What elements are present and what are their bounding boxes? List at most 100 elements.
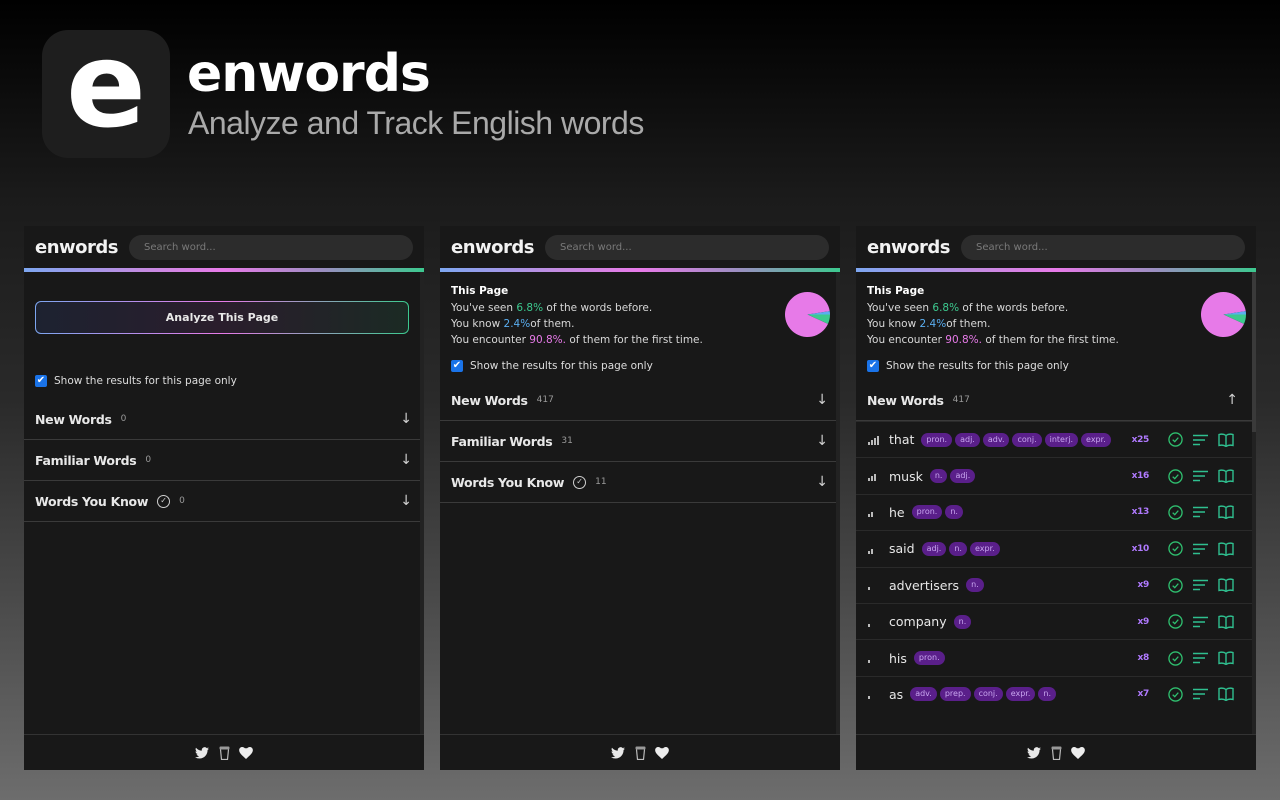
context-lines-icon[interactable] [1192,431,1209,448]
stats-pie-chart [1201,292,1246,337]
arrow-down-icon[interactable]: ↓ [816,474,828,490]
arrow-down-icon[interactable]: ↓ [816,433,828,449]
word-row[interactable]: he pron. n. x13 [856,493,1256,530]
word-row[interactable]: musk n. adj. x16 [856,457,1256,493]
word-text[interactable]: musk [889,469,923,484]
section-count: 417 [952,395,970,405]
page-only-checkbox-row[interactable]: ✔ Show the results for this page only [440,360,840,372]
twitter-icon[interactable] [195,746,209,760]
page-only-checkbox-row[interactable]: ✔ Show the results for this page only [24,375,424,387]
arrow-up-icon[interactable]: ↑ [1226,392,1238,408]
word-row[interactable]: advertisers n. x9 [856,566,1256,603]
dictionary-book-icon[interactable] [1217,650,1234,667]
mark-known-icon[interactable] [1167,686,1184,703]
search-input[interactable] [129,234,413,260]
section-words-you-know[interactable]: Words You Know ✓ 11 ↓ [440,462,840,503]
page-only-checkbox-row[interactable]: ✔ Show the results for this page only [856,360,1256,372]
word-row[interactable]: company n. x9 [856,602,1256,639]
heart-icon[interactable] [239,746,253,760]
heart-icon[interactable] [655,746,669,760]
section-familiar-words[interactable]: Familiar Words 31 ↓ [440,421,840,462]
section-count: 417 [536,395,554,405]
page-only-checkbox[interactable]: ✔ [35,375,47,387]
dictionary-book-icon[interactable] [1217,504,1234,521]
word-text[interactable]: advertisers [889,578,959,593]
arrow-down-icon[interactable]: ↓ [400,493,412,509]
word-row[interactable]: as adv. prep. conj. expr. n. x7 [856,675,1256,712]
pos-tag: adj. [955,432,980,447]
context-lines-icon[interactable] [1192,650,1209,667]
context-lines-icon[interactable] [1192,577,1209,594]
context-lines-icon[interactable] [1192,613,1209,630]
pos-tag: n. [945,505,963,520]
mark-known-icon[interactable] [1167,577,1184,594]
coffee-cup-icon[interactable] [217,746,231,760]
section-new-words[interactable]: New Words 417 ↓ [440,380,840,421]
twitter-icon[interactable] [611,746,625,760]
word-row[interactable]: said adj. n. expr. x10 [856,530,1256,566]
popup-panel-analyzed: enwords This Page You've seen 6.8% of th… [440,226,840,770]
panel-header: enwords [440,226,840,268]
panel-footer [440,734,840,770]
occurrence-count: x9 [1137,616,1150,627]
dictionary-book-icon[interactable] [1217,468,1234,485]
dictionary-book-icon[interactable] [1217,686,1234,703]
dictionary-book-icon[interactable] [1217,540,1234,557]
coffee-cup-icon[interactable] [633,746,647,760]
context-lines-icon[interactable] [1192,468,1209,485]
mark-known-icon[interactable] [1167,540,1184,557]
section-title: New Words [867,392,944,408]
mark-known-icon[interactable] [1167,650,1184,667]
dictionary-book-icon[interactable] [1217,613,1234,630]
mark-known-icon[interactable] [1167,613,1184,630]
page-only-checkbox[interactable]: ✔ [451,360,463,372]
word-text[interactable]: company [889,614,947,629]
frequency-bars-icon [868,653,880,664]
coffee-cup-icon[interactable] [1049,746,1063,760]
context-lines-icon[interactable] [1192,686,1209,703]
page-only-checkbox[interactable]: ✔ [867,360,879,372]
arrow-down-icon[interactable]: ↓ [816,392,828,408]
word-text[interactable]: that [889,432,914,447]
word-list: that pron. adj. adv. conj. interj. expr. x25 mus… [856,421,1256,712]
occurrence-count: x10 [1131,543,1150,554]
arrow-down-icon[interactable]: ↓ [400,411,412,427]
dictionary-book-icon[interactable] [1217,577,1234,594]
section-familiar-words[interactable]: Familiar Words 0 ↓ [24,440,424,481]
pos-tag: pron. [921,432,953,447]
heart-icon[interactable] [1071,746,1085,760]
section-new-words-expanded[interactable]: New Words 417 ↑ [856,380,1256,421]
search-input[interactable] [961,234,1245,260]
twitter-icon[interactable] [1027,746,1041,760]
context-lines-icon[interactable] [1192,504,1209,521]
pos-tag: n. [949,541,967,556]
pos-tag: pron. [913,651,945,666]
word-text[interactable]: as [889,687,903,702]
frequency-bars-icon [868,580,880,591]
word-text[interactable]: said [889,541,915,556]
mark-known-icon[interactable] [1167,431,1184,448]
mark-known-icon[interactable] [1167,504,1184,521]
word-text[interactable]: he [889,505,905,520]
stats-seen-line: You've seen 6.8% of the words before. [867,302,1069,314]
context-lines-icon[interactable] [1192,540,1209,557]
section-new-words[interactable]: New Words 0 ↓ [24,399,424,440]
dictionary-book-icon[interactable] [1217,431,1234,448]
app-title: enwords [187,44,431,104]
scrollbar[interactable] [420,272,424,736]
pos-tag: adj. [950,469,976,484]
section-words-you-know[interactable]: Words You Know ✓ 0 ↓ [24,481,424,522]
pos-tag: conj. [1012,432,1042,447]
search-input[interactable] [545,234,829,260]
mark-known-icon[interactable] [1167,468,1184,485]
page-only-checkbox-label: Show the results for this page only [54,375,237,387]
word-row[interactable]: that pron. adj. adv. conj. interj. expr. x25 [856,421,1256,457]
word-text[interactable]: his [889,651,907,666]
section-title: Familiar Words [35,452,137,468]
seen-percent: 6.8% [516,302,544,314]
section-count: 0 [179,496,185,506]
analyze-page-button[interactable]: Analyze This Page [35,301,409,334]
frequency-bars-icon [868,471,880,482]
arrow-down-icon[interactable]: ↓ [400,452,412,468]
word-row[interactable]: his pron. x8 [856,639,1256,675]
